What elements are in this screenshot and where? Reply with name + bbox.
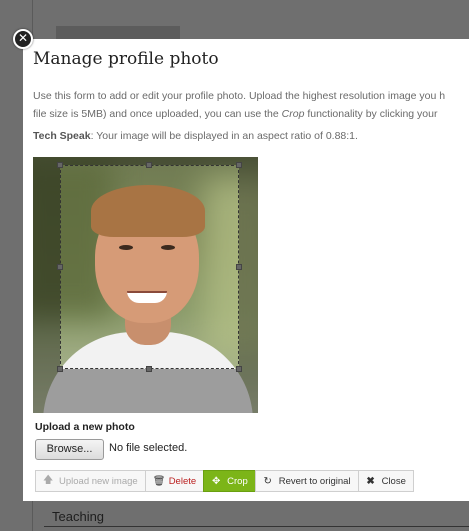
background-divider — [44, 526, 469, 527]
arrow-up-icon: 🡅 — [43, 474, 54, 486]
tech-speak-text: : Your image will be displayed in an asp… — [90, 130, 358, 142]
description-text-b: functionality by clicking your — [304, 108, 438, 120]
close-x-icon: ✖ — [366, 475, 375, 487]
tech-speak-label: Tech Speak — [33, 130, 91, 142]
crop-selection-box[interactable] — [57, 162, 242, 372]
crop-handle-sw[interactable] — [57, 366, 63, 372]
crop-dim-left — [33, 165, 60, 369]
delete-label: Delete — [168, 475, 197, 487]
close-button[interactable]: ✖ Close — [357, 470, 414, 492]
crop-handle-w[interactable] — [57, 264, 63, 270]
crop-handle-n[interactable] — [146, 162, 152, 168]
crop-move-icon: ✥ — [211, 475, 221, 487]
manage-photo-modal: Manage profile photo Use this form to ad… — [23, 39, 469, 501]
tech-speak-note: Tech Speak: Your image will be displayed… — [33, 130, 358, 142]
crop-label: Crop — [227, 475, 248, 487]
description-line-1: Use this form to add or edit your profil… — [33, 90, 446, 102]
browse-button[interactable]: Browse... — [35, 439, 104, 460]
upload-new-image-button[interactable]: 🡅 Upload new image — [35, 470, 146, 492]
crop-handle-s[interactable] — [146, 366, 152, 372]
close-label: Close — [381, 475, 406, 487]
crop-handle-se[interactable] — [236, 366, 242, 372]
crop-button[interactable]: ✥ Crop — [203, 470, 256, 492]
background-teaching-heading: Teaching — [52, 509, 105, 524]
upload-new-image-label: Upload new image — [59, 475, 138, 487]
file-status-text: No file selected. — [109, 442, 188, 454]
upload-photo-label: Upload a new photo — [35, 421, 135, 433]
trash-icon: 🗑 — [152, 475, 166, 487]
modal-title: Manage profile photo — [33, 49, 219, 69]
crop-handle-e[interactable] — [236, 264, 242, 270]
modal-description: Use this form to add or edit your profil… — [33, 87, 469, 123]
modal-close-icon[interactable]: ✕ — [13, 29, 33, 49]
crop-dim-bottom — [33, 369, 258, 413]
profile-photo[interactable] — [33, 157, 258, 413]
description-crop-emphasis: Crop — [281, 108, 305, 120]
description-text-a: file size is 5MB) and once uploaded, you… — [33, 108, 282, 120]
revert-label: Revert to original — [278, 475, 351, 487]
crop-handle-ne[interactable] — [236, 162, 242, 168]
description-line-2: file size is 5MB) and once uploaded, you… — [33, 105, 469, 123]
crop-handle-nw[interactable] — [57, 162, 63, 168]
photo-toolbar: 🡅 Upload new image 🗑 Delete ✥ Crop ↻ Rev… — [35, 470, 414, 492]
delete-button[interactable]: 🗑 Delete — [144, 470, 205, 492]
revert-to-original-button[interactable]: ↻ Revert to original — [254, 470, 359, 492]
revert-icon: ↻ — [263, 475, 272, 487]
